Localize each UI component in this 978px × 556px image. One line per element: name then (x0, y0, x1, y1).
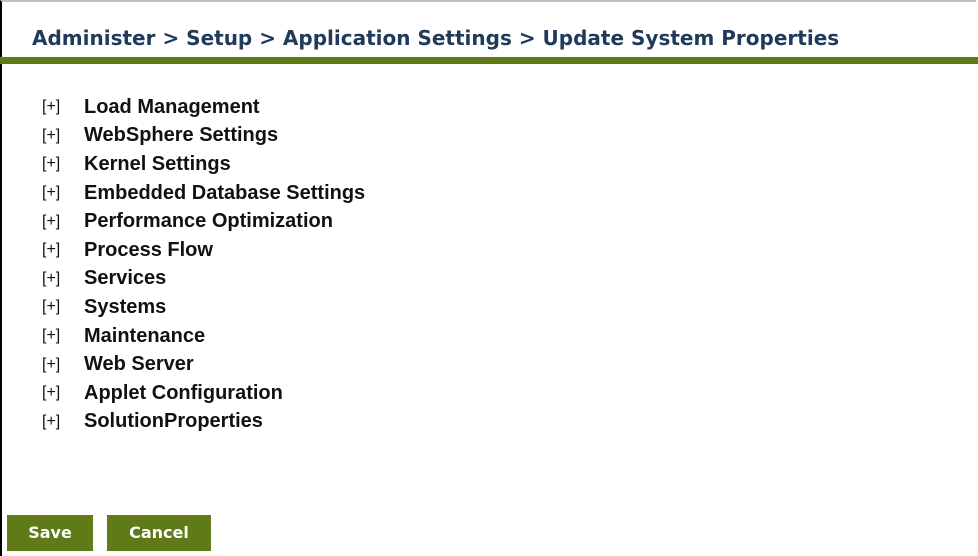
tree-item-embedded-database-settings[interactable]: [+] Embedded Database Settings (42, 179, 365, 208)
tree-item-label[interactable]: WebSphere Settings (84, 124, 278, 147)
expand-toggle[interactable]: [+] (42, 213, 84, 231)
tree-item-label[interactable]: Kernel Settings (84, 153, 231, 176)
tree-item-label[interactable]: Systems (84, 296, 166, 319)
tree-item-label[interactable]: Maintenance (84, 325, 205, 348)
tree-item-websphere-settings[interactable]: [+] WebSphere Settings (42, 122, 365, 151)
settings-tree: [+] Load Management [+] WebSphere Settin… (42, 93, 365, 436)
tree-item-web-server[interactable]: [+] Web Server (42, 350, 365, 379)
cancel-button[interactable]: Cancel (107, 515, 211, 551)
expand-toggle[interactable]: [+] (42, 241, 84, 259)
expand-toggle[interactable]: [+] (42, 270, 84, 288)
tree-item-label[interactable]: Embedded Database Settings (84, 182, 365, 205)
tree-item-label[interactable]: SolutionProperties (84, 410, 263, 433)
tree-item-maintenance[interactable]: [+] Maintenance (42, 322, 365, 351)
tree-item-label[interactable]: Process Flow (84, 239, 213, 262)
action-buttons: Save Cancel (7, 515, 211, 551)
tree-item-solution-properties[interactable]: [+] SolutionProperties (42, 408, 365, 437)
expand-toggle[interactable]: [+] (42, 127, 84, 145)
title-divider (0, 57, 978, 64)
tree-item-services[interactable]: [+] Services (42, 265, 365, 294)
expand-toggle[interactable]: [+] (42, 155, 84, 173)
tree-item-kernel-settings[interactable]: [+] Kernel Settings (42, 150, 365, 179)
save-button[interactable]: Save (7, 515, 93, 551)
tree-item-applet-configuration[interactable]: [+] Applet Configuration (42, 379, 365, 408)
tree-item-performance-optimization[interactable]: [+] Performance Optimization (42, 207, 365, 236)
expand-toggle[interactable]: [+] (42, 98, 84, 116)
tree-item-label[interactable]: Load Management (84, 96, 260, 119)
expand-toggle[interactable]: [+] (42, 356, 84, 374)
tree-item-label[interactable]: Web Server (84, 353, 194, 376)
tree-item-label[interactable]: Services (84, 267, 166, 290)
expand-toggle[interactable]: [+] (42, 384, 84, 402)
expand-toggle[interactable]: [+] (42, 327, 84, 345)
tree-item-systems[interactable]: [+] Systems (42, 293, 365, 322)
tree-item-load-management[interactable]: [+] Load Management (42, 93, 365, 122)
tree-item-process-flow[interactable]: [+] Process Flow (42, 236, 365, 265)
tree-item-label[interactable]: Applet Configuration (84, 382, 283, 405)
breadcrumb: Administer > Setup > Application Setting… (32, 26, 840, 50)
expand-toggle[interactable]: [+] (42, 413, 84, 431)
expand-toggle[interactable]: [+] (42, 184, 84, 202)
tree-item-label[interactable]: Performance Optimization (84, 210, 333, 233)
expand-toggle[interactable]: [+] (42, 298, 84, 316)
